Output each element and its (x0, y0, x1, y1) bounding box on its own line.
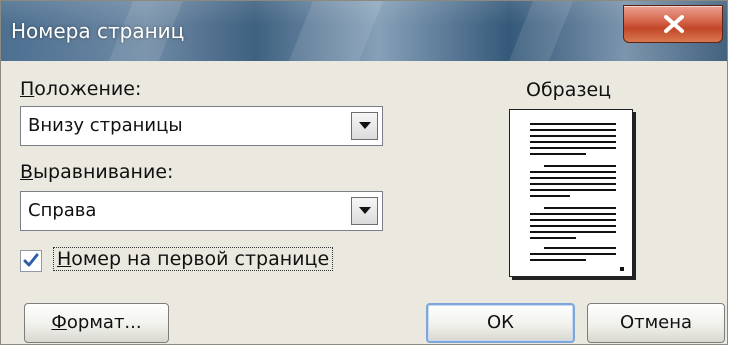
title-bar-decoration (288, 1, 384, 61)
ok-button[interactable]: ОК (426, 303, 575, 343)
position-label-text: оложение: (34, 78, 142, 100)
preview-page (509, 109, 633, 277)
first-page-label-accelerator: Н (57, 248, 72, 270)
title-bar[interactable]: Номера страниц (1, 1, 727, 61)
first-page-checkbox[interactable] (20, 250, 42, 272)
alignment-select[interactable]: Справа (20, 191, 383, 231)
title-bar-decoration (508, 1, 574, 61)
close-button[interactable] (623, 5, 723, 43)
preview-page-lines (530, 123, 624, 271)
position-select-value: Внизу страницы (28, 115, 183, 136)
alignment-label: Выравнивание: (20, 161, 173, 183)
alignment-select-value: Справа (28, 200, 97, 221)
alignment-dropdown-button[interactable] (351, 197, 378, 225)
close-icon (664, 15, 684, 33)
page-numbers-dialog: Номера страниц Положение: Внизу страницы… (0, 0, 728, 345)
dialog-title: Номера страниц (11, 19, 185, 43)
format-button-accelerator: Ф (51, 312, 67, 333)
chevron-down-icon (359, 122, 371, 129)
format-button-text: ормат... (66, 312, 142, 333)
checkmark-icon (23, 253, 39, 267)
position-label-accelerator: П (20, 78, 35, 100)
preview-label: Образец (526, 79, 612, 101)
format-button[interactable]: Формат... (24, 303, 169, 343)
first-page-label-text: омер на первой странице (71, 248, 330, 270)
alignment-label-text: ыравнивание: (33, 161, 174, 183)
cancel-button[interactable]: Отмена (587, 303, 725, 343)
first-page-checkbox-label[interactable]: Номер на первой странице (52, 247, 334, 271)
chevron-down-icon (359, 207, 371, 214)
position-label: Положение: (20, 78, 141, 100)
alignment-label-accelerator: В (20, 161, 34, 183)
position-select[interactable]: Внизу страницы (20, 106, 383, 146)
position-dropdown-button[interactable] (351, 112, 378, 140)
